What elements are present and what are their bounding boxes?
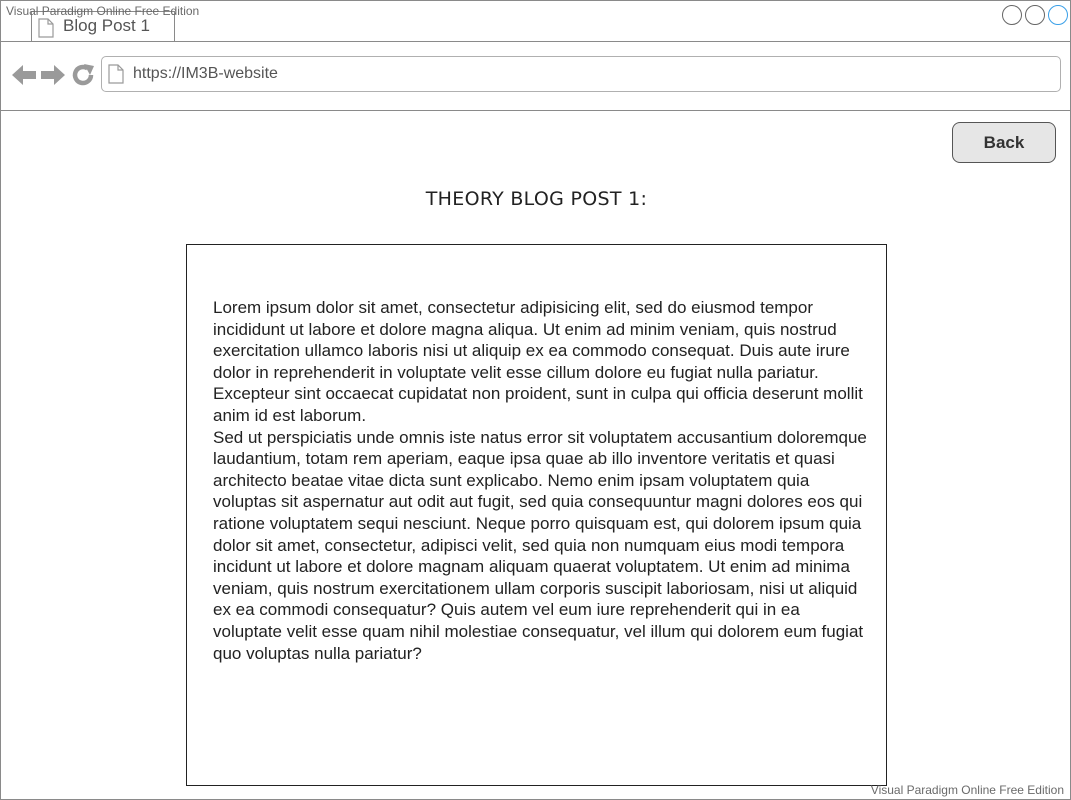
blog-paragraph: Lorem ipsum dolor sit amet, consectetur … [213,298,863,425]
page-title: THEORY BLOG POST 1: [425,188,648,210]
browser-window: Blog Post 1 https://IM3B-website Back TH… [0,0,1071,800]
minimize-button[interactable] [1002,5,1022,25]
maximize-button[interactable] [1025,5,1045,25]
back-button[interactable]: Back [952,122,1056,163]
navigation-bar: https://IM3B-website [1,42,1070,111]
reload-icon[interactable] [71,63,95,92]
tab-title: Blog Post 1 [63,16,150,35]
blog-content-box: Lorem ipsum dolor sit amet, consectetur … [186,244,887,786]
watermark: Visual Paradigm Online Free Edition [6,4,200,18]
address-bar[interactable]: https://IM3B-website [101,56,1061,92]
url-text: https://IM3B-website [133,65,278,82]
arrow-right-icon[interactable] [40,63,66,92]
window-controls [1002,5,1068,25]
document-icon [108,64,124,89]
watermark: Visual Paradigm Online Free Edition [870,783,1064,797]
close-button[interactable] [1048,5,1068,25]
arrow-left-icon[interactable] [11,63,37,92]
blog-body: Lorem ipsum dolor sit amet, consectetur … [213,297,873,664]
blog-paragraph: Sed ut perspiciatis unde omnis iste natu… [213,427,867,663]
document-icon [38,18,54,43]
